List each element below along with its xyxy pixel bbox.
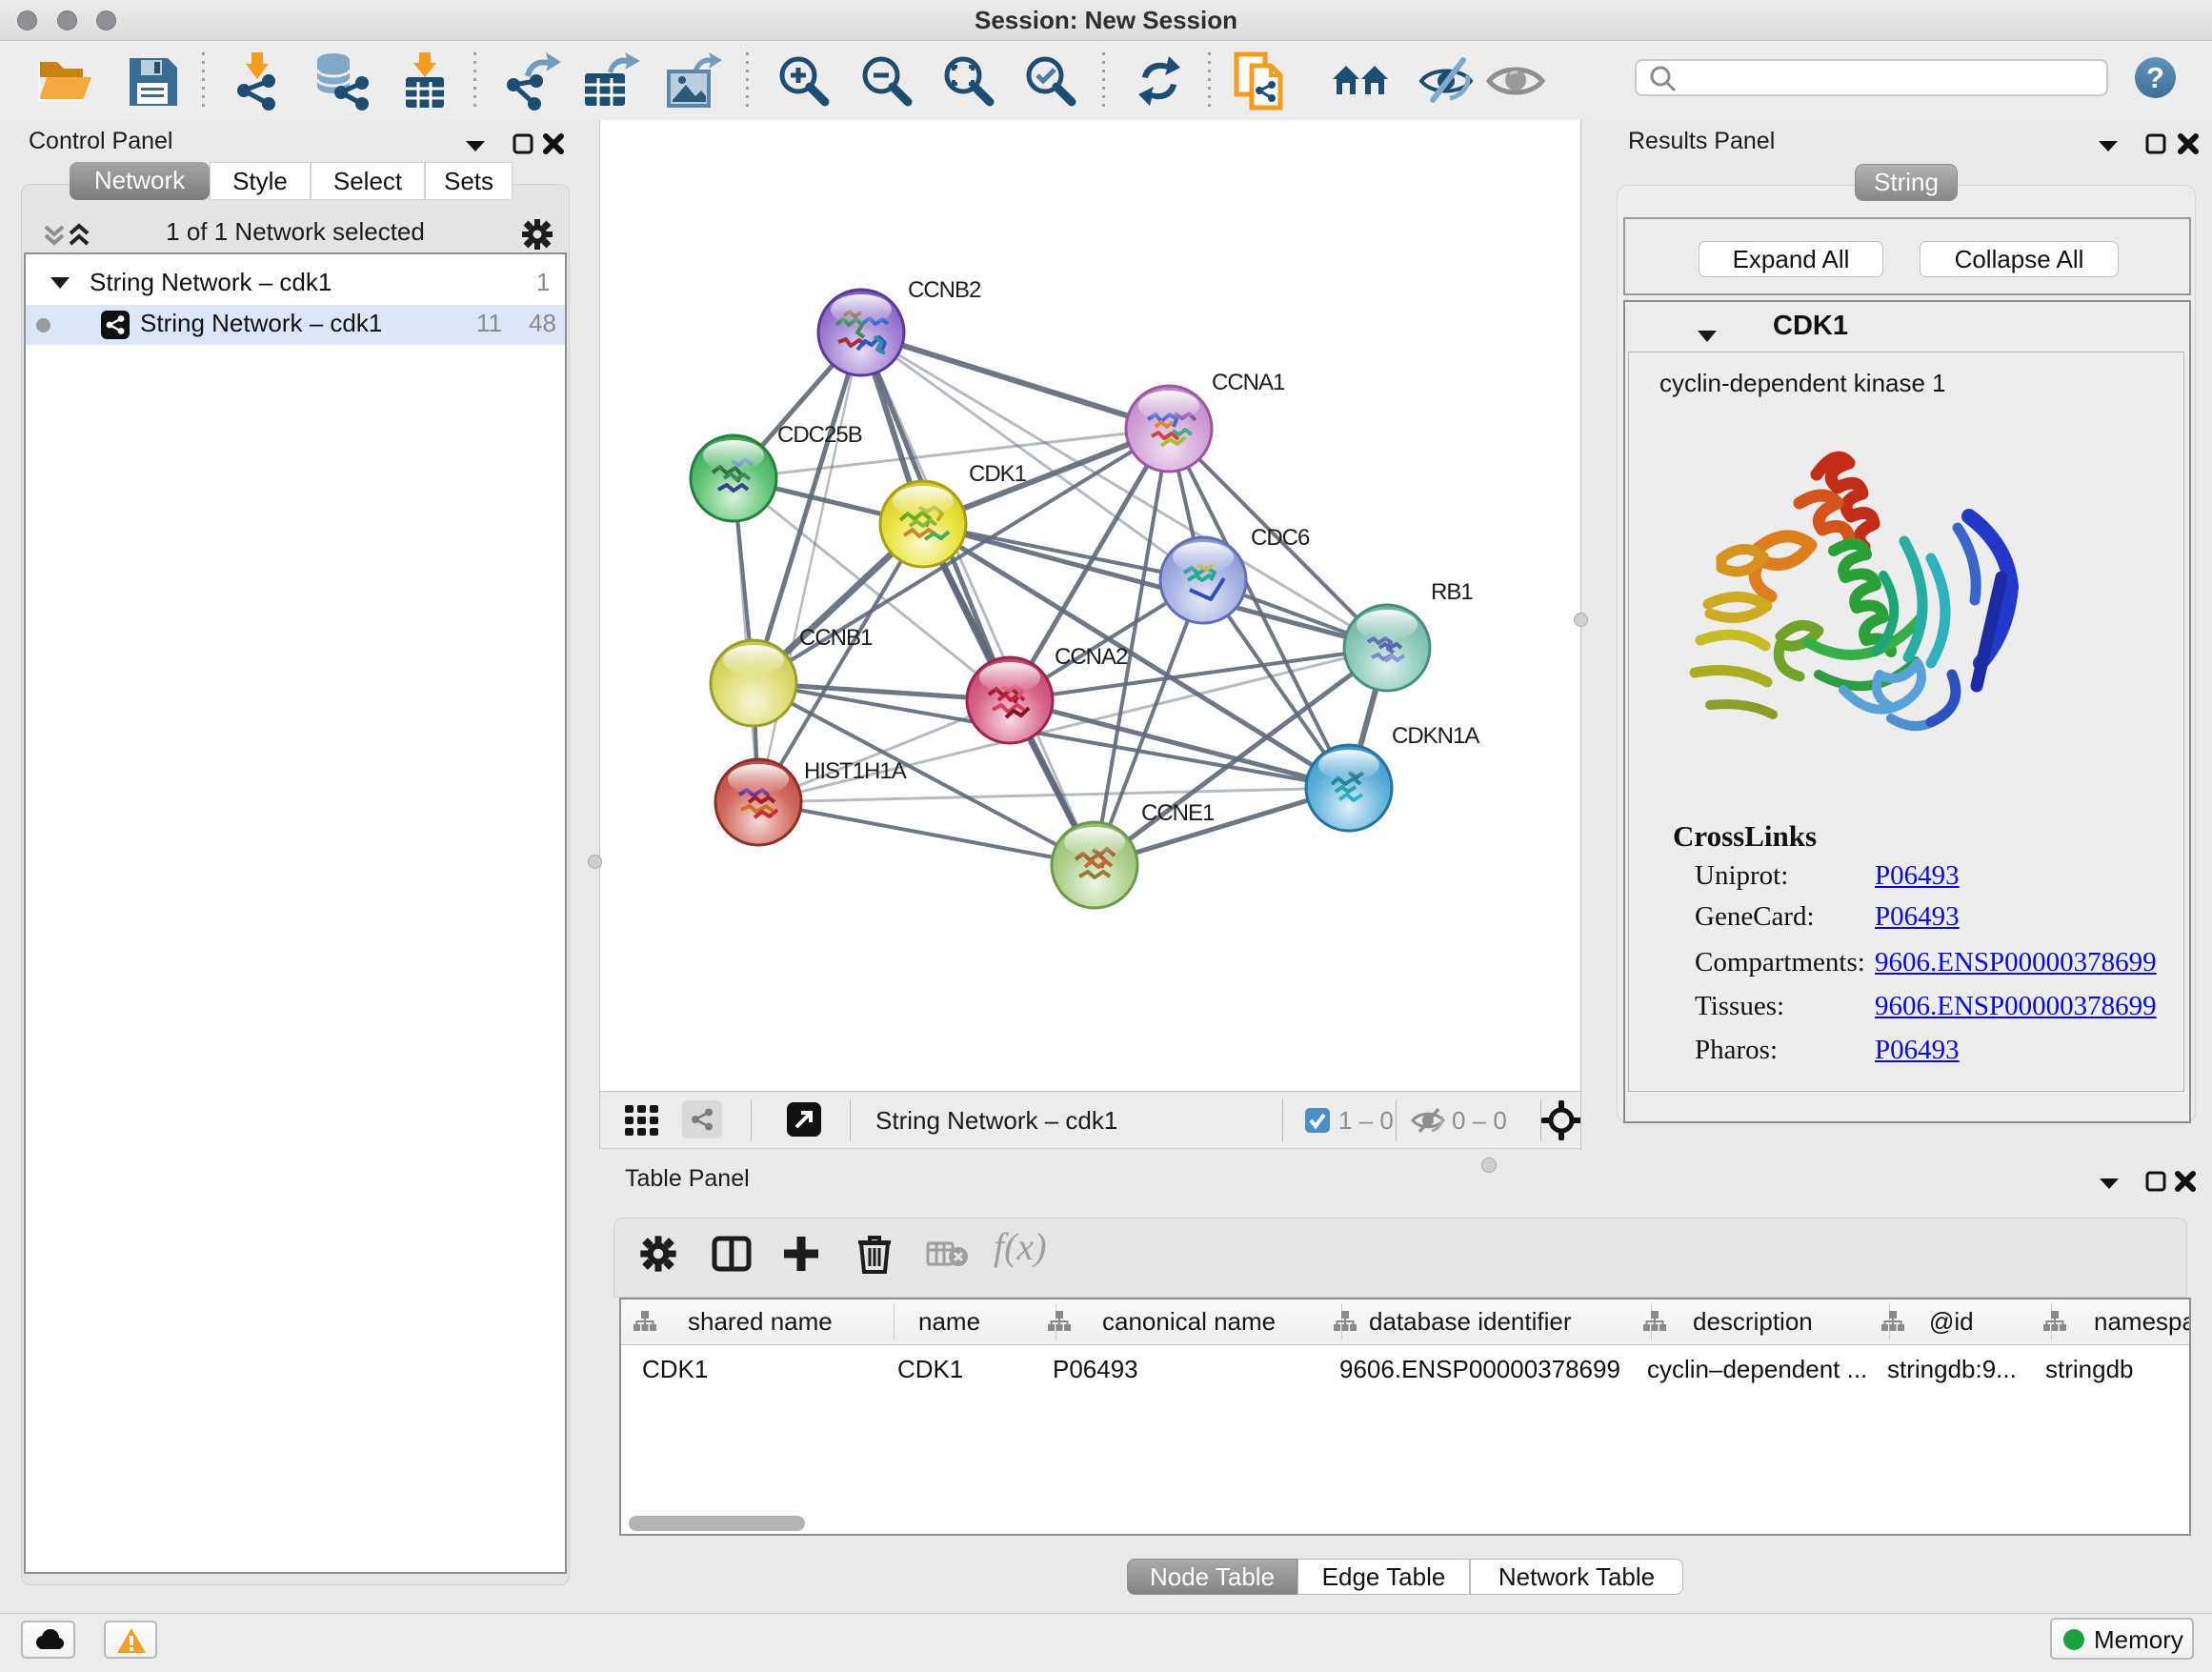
- svg-text:HIST1H1A: HIST1H1A: [804, 758, 907, 784]
- svg-text:RB1: RB1: [1431, 579, 1473, 605]
- svg-text:CDK1: CDK1: [969, 461, 1027, 487]
- svg-text:CCNB2: CCNB2: [908, 277, 981, 303]
- svg-text:CCNE1: CCNE1: [1141, 800, 1215, 826]
- svg-text:CCNA2: CCNA2: [1055, 644, 1128, 670]
- svg-text:CCNA1: CCNA1: [1212, 370, 1285, 395]
- svg-text:CCNB1: CCNB1: [799, 625, 873, 651]
- svg-text:CDC6: CDC6: [1251, 525, 1310, 551]
- svg-text:CDC25B: CDC25B: [777, 422, 862, 448]
- svg-text:CDKN1A: CDKN1A: [1392, 723, 1479, 749]
